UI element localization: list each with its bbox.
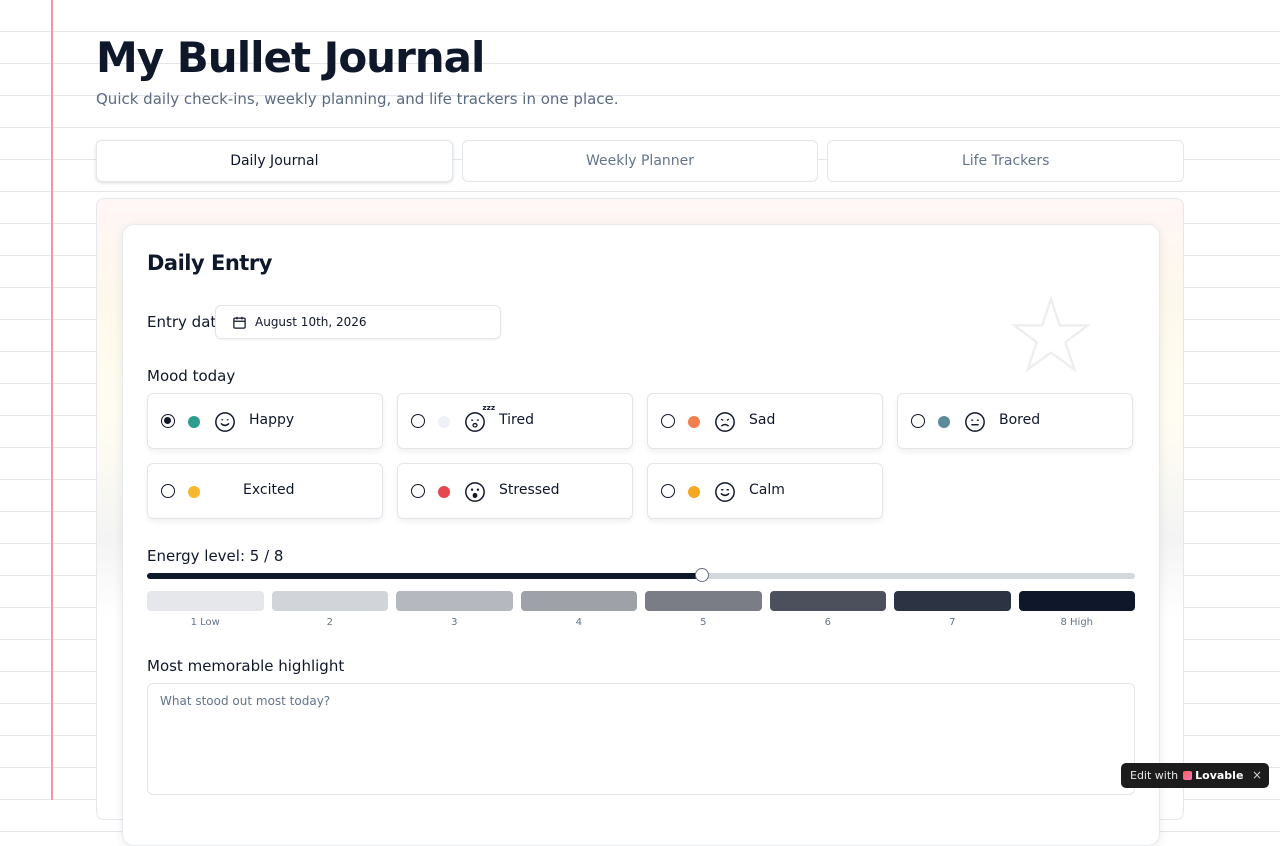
energy-scale-segment-8[interactable] (1018, 591, 1135, 611)
energy-scale-item: 5 (645, 591, 762, 628)
badge-prefix: Edit with (1130, 769, 1179, 782)
daily-entry-title: Daily Entry (147, 251, 272, 275)
mood-radio[interactable] (661, 414, 675, 428)
mood-radio[interactable] (661, 484, 675, 498)
energy-scale-item: 8 High (1018, 591, 1135, 628)
close-icon[interactable]: × (1252, 768, 1262, 782)
energy-scale-label-5: 5 (700, 617, 707, 628)
energy-level-label: Energy level: 5 / 8 (147, 547, 284, 565)
energy-level-slider[interactable] (147, 568, 1135, 582)
neutral-face-icon (965, 412, 985, 432)
mood-radio[interactable] (911, 414, 925, 428)
mood-option-happy[interactable]: Happy (147, 393, 383, 449)
sleepy-face-icon: zzz (465, 403, 495, 432)
mood-option-bored[interactable]: Bored (897, 393, 1133, 449)
energy-scale-item: 1 Low (147, 591, 264, 628)
energy-scale-label-6: 6 (824, 617, 831, 628)
mood-option-stressed[interactable]: Stressed (397, 463, 633, 519)
energy-scale-segment-2[interactable] (271, 591, 388, 611)
entry-date-value: August 10th, 2026 (255, 315, 367, 329)
calendar-icon (233, 316, 246, 329)
mood-option-sad[interactable]: Sad (647, 393, 883, 449)
mood-label-excited: Excited (243, 482, 295, 498)
mood-label-bored: Bored (999, 412, 1041, 428)
mood-radio[interactable] (161, 484, 175, 498)
star-decoration-icon (1011, 295, 1091, 373)
energy-scale-segment-6[interactable] (769, 591, 886, 611)
mood-label-calm: Calm (749, 482, 785, 498)
energy-scale-label-1: 1 Low (190, 617, 220, 628)
calm-smile-icon (715, 482, 735, 502)
smile-icon (215, 412, 235, 432)
mood-label-sad: Sad (749, 412, 776, 428)
mood-option-calm[interactable]: Calm (647, 463, 883, 519)
mood-color-dot (688, 416, 700, 428)
highlight-textarea[interactable] (147, 683, 1135, 795)
tab-weekly-planner[interactable]: Weekly Planner (461, 140, 819, 182)
energy-scale-segment-3[interactable] (396, 591, 513, 611)
energy-scale-segment-5[interactable] (645, 591, 762, 611)
tab-life-trackers[interactable]: Life Trackers (827, 140, 1185, 182)
energy-scale-segment-4[interactable] (520, 591, 637, 611)
stressed-face-icon (465, 482, 485, 502)
energy-scale-label-7: 7 (949, 617, 956, 628)
mood-radio[interactable] (411, 414, 425, 428)
mood-color-dot (438, 486, 450, 498)
energy-scale-label-4: 4 (575, 617, 582, 628)
energy-scale: 1 Low 2 3 4 5 6 7 8 High (147, 591, 1135, 628)
tab-daily-journal[interactable]: Daily Journal (96, 140, 453, 182)
notebook-margin-line (51, 0, 53, 800)
daily-journal-panel: Daily Entry Entry date August 10th, 2026… (96, 198, 1184, 846)
svg-text:zzz: zzz (482, 403, 495, 412)
lovable-logo-icon (1183, 771, 1193, 780)
energy-scale-segment-7[interactable] (894, 591, 1011, 611)
mood-label-happy: Happy (249, 412, 295, 428)
mood-label-stressed: Stressed (499, 482, 560, 498)
energy-scale-item: 7 (894, 591, 1011, 628)
energy-scale-item: 4 (520, 591, 637, 628)
daily-entry-card: Daily Entry Entry date August 10th, 2026… (122, 224, 1160, 846)
energy-scale-segment-1[interactable] (147, 591, 264, 611)
energy-slider-thumb[interactable] (695, 568, 710, 582)
frown-icon (715, 412, 735, 432)
mood-today-label: Mood today (147, 367, 236, 385)
energy-scale-item: 3 (396, 591, 513, 628)
mood-color-dot (188, 416, 200, 428)
energy-slider-fill (147, 573, 704, 579)
mood-color-dot (938, 416, 950, 428)
mood-color-dot (438, 416, 450, 428)
energy-scale-label-8: 8 High (1060, 617, 1094, 628)
highlight-label: Most memorable highlight (147, 657, 345, 675)
tab-list: Daily Journal Weekly Planner Life Tracke… (96, 140, 1185, 182)
mood-radio[interactable] (411, 484, 425, 498)
energy-scale-item: 2 (271, 591, 388, 628)
entry-date-picker[interactable]: August 10th, 2026 (215, 305, 501, 339)
mood-option-excited[interactable]: Excited (147, 463, 383, 519)
energy-scale-item: 6 (769, 591, 886, 628)
page-subtitle: Quick daily check-ins, weekly planning, … (96, 90, 619, 108)
mood-option-tired[interactable]: zzz Tired (397, 393, 633, 449)
energy-scale-label-2: 2 (326, 617, 333, 628)
mood-label-tired: Tired (499, 412, 534, 428)
mood-color-dot (188, 486, 200, 498)
page-title: My Bullet Journal (96, 33, 485, 82)
mood-color-dot (688, 486, 700, 498)
entry-date-label: Entry date (147, 313, 226, 331)
edit-with-lovable-badge[interactable]: Edit with Lovable × (1121, 763, 1269, 788)
energy-scale-label-3: 3 (451, 617, 458, 628)
badge-brand: Lovable (1195, 769, 1244, 782)
mood-radio[interactable] (161, 414, 175, 428)
